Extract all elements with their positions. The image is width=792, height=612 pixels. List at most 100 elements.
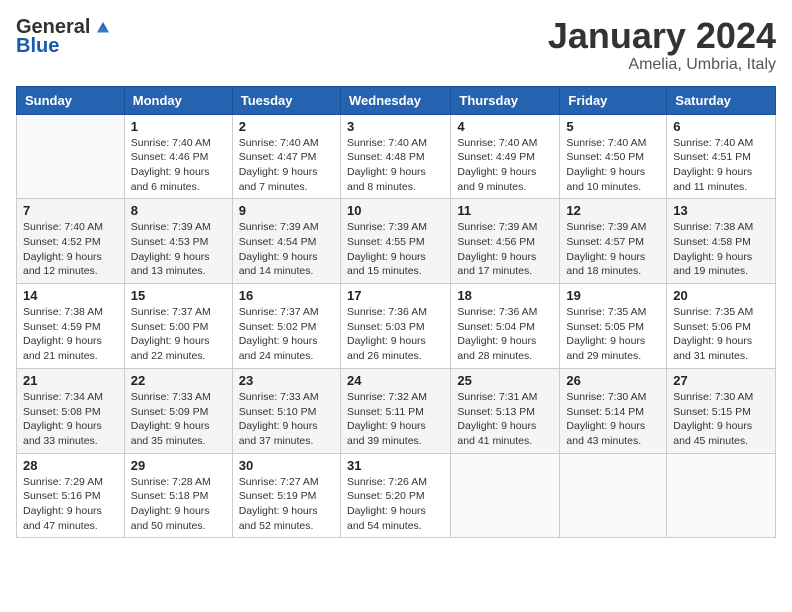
day-info: Sunrise: 7:40 AMSunset: 4:50 PMDaylight:… bbox=[566, 136, 660, 195]
day-number: 16 bbox=[239, 288, 334, 303]
day-info: Sunrise: 7:36 AMSunset: 5:04 PMDaylight:… bbox=[457, 305, 553, 364]
day-number: 4 bbox=[457, 119, 553, 134]
calendar-day-cell: 21 Sunrise: 7:34 AMSunset: 5:08 PMDayligh… bbox=[17, 368, 125, 453]
location-subtitle: Amelia, Umbria, Italy bbox=[548, 56, 776, 74]
day-info: Sunrise: 7:39 AMSunset: 4:53 PMDaylight:… bbox=[131, 220, 226, 279]
calendar-day-cell: 17 Sunrise: 7:36 AMSunset: 5:03 PMDayligh… bbox=[340, 284, 450, 369]
day-number: 1 bbox=[131, 119, 226, 134]
logo-icon bbox=[94, 19, 112, 37]
day-number: 30 bbox=[239, 458, 334, 473]
day-info: Sunrise: 7:39 AMSunset: 4:55 PMDaylight:… bbox=[347, 220, 444, 279]
day-number: 29 bbox=[131, 458, 226, 473]
day-info: Sunrise: 7:40 AMSunset: 4:46 PMDaylight:… bbox=[131, 136, 226, 195]
day-info: Sunrise: 7:36 AMSunset: 5:03 PMDaylight:… bbox=[347, 305, 444, 364]
calendar-day-cell: 29 Sunrise: 7:28 AMSunset: 5:18 PMDayligh… bbox=[124, 453, 232, 538]
calendar-day-cell: 11 Sunrise: 7:39 AMSunset: 4:56 PMDayligh… bbox=[451, 199, 560, 284]
day-info: Sunrise: 7:35 AMSunset: 5:06 PMDaylight:… bbox=[673, 305, 769, 364]
calendar-week-row: 21 Sunrise: 7:34 AMSunset: 5:08 PMDayligh… bbox=[17, 368, 776, 453]
day-number: 25 bbox=[457, 373, 553, 388]
calendar-table: SundayMondayTuesdayWednesdayThursdayFrid… bbox=[16, 86, 776, 539]
calendar-week-row: 7Sunrise: 7:40 AMSunset: 4:52 PMDaylight… bbox=[17, 199, 776, 284]
logo-blue-text: Blue bbox=[16, 35, 59, 58]
calendar-day-cell: 8 Sunrise: 7:39 AMSunset: 4:53 PMDaylight… bbox=[124, 199, 232, 284]
calendar-week-row: 14 Sunrise: 7:38 AMSunset: 4:59 PMDayligh… bbox=[17, 284, 776, 369]
calendar-day-cell: 24 Sunrise: 7:32 AMSunset: 5:11 PMDayligh… bbox=[340, 368, 450, 453]
day-info: Sunrise: 7:40 AMSunset: 4:52 PMDaylight:… bbox=[23, 220, 118, 279]
day-info: Sunrise: 7:30 AMSunset: 5:15 PMDaylight:… bbox=[673, 390, 769, 449]
day-number: 20 bbox=[673, 288, 769, 303]
calendar-day-cell: 15 Sunrise: 7:37 AMSunset: 5:00 PMDayligh… bbox=[124, 284, 232, 369]
day-number: 15 bbox=[131, 288, 226, 303]
day-info: Sunrise: 7:28 AMSunset: 5:18 PMDaylight:… bbox=[131, 475, 226, 534]
calendar-day-header: Thursday bbox=[451, 86, 560, 114]
calendar-day-cell: 16 Sunrise: 7:37 AMSunset: 5:02 PMDayligh… bbox=[232, 284, 340, 369]
calendar-day-header: Saturday bbox=[667, 86, 776, 114]
day-info: Sunrise: 7:40 AMSunset: 4:51 PMDaylight:… bbox=[673, 136, 769, 195]
day-info: Sunrise: 7:37 AMSunset: 5:02 PMDaylight:… bbox=[239, 305, 334, 364]
day-info: Sunrise: 7:35 AMSunset: 5:05 PMDaylight:… bbox=[566, 305, 660, 364]
day-info: Sunrise: 7:32 AMSunset: 5:11 PMDaylight:… bbox=[347, 390, 444, 449]
day-info: Sunrise: 7:33 AMSunset: 5:09 PMDaylight:… bbox=[131, 390, 226, 449]
day-info: Sunrise: 7:37 AMSunset: 5:00 PMDaylight:… bbox=[131, 305, 226, 364]
calendar-day-cell: 23 Sunrise: 7:33 AMSunset: 5:10 PMDayligh… bbox=[232, 368, 340, 453]
title-area: January 2024 Amelia, Umbria, Italy bbox=[548, 16, 776, 74]
calendar-day-cell: 25Sunrise: 7:31 AMSunset: 5:13 PMDayligh… bbox=[451, 368, 560, 453]
day-number: 17 bbox=[347, 288, 444, 303]
calendar-day-cell: 12 Sunrise: 7:39 AMSunset: 4:57 PMDayligh… bbox=[560, 199, 667, 284]
day-number: 27 bbox=[673, 373, 769, 388]
calendar-day-header: Monday bbox=[124, 86, 232, 114]
day-info: Sunrise: 7:34 AMSunset: 5:08 PMDaylight:… bbox=[23, 390, 118, 449]
day-info: Sunrise: 7:38 AMSunset: 4:58 PMDaylight:… bbox=[673, 220, 769, 279]
day-info: Sunrise: 7:29 AMSunset: 5:16 PMDaylight:… bbox=[23, 475, 118, 534]
day-number: 5 bbox=[566, 119, 660, 134]
calendar-day-cell bbox=[451, 453, 560, 538]
day-info: Sunrise: 7:33 AMSunset: 5:10 PMDaylight:… bbox=[239, 390, 334, 449]
calendar-day-cell: 7Sunrise: 7:40 AMSunset: 4:52 PMDaylight… bbox=[17, 199, 125, 284]
day-info: Sunrise: 7:40 AMSunset: 4:49 PMDaylight:… bbox=[457, 136, 553, 195]
day-number: 12 bbox=[566, 203, 660, 218]
calendar-day-cell: 1 Sunrise: 7:40 AMSunset: 4:46 PMDaylight… bbox=[124, 114, 232, 199]
day-number: 24 bbox=[347, 373, 444, 388]
calendar-day-cell: 22 Sunrise: 7:33 AMSunset: 5:09 PMDayligh… bbox=[124, 368, 232, 453]
day-number: 13 bbox=[673, 203, 769, 218]
calendar-day-cell: 2Sunrise: 7:40 AMSunset: 4:47 PMDaylight… bbox=[232, 114, 340, 199]
day-info: Sunrise: 7:30 AMSunset: 5:14 PMDaylight:… bbox=[566, 390, 660, 449]
day-number: 18 bbox=[457, 288, 553, 303]
day-number: 23 bbox=[239, 373, 334, 388]
month-title: January 2024 bbox=[548, 16, 776, 56]
calendar-day-cell: 27 Sunrise: 7:30 AMSunset: 5:15 PMDayligh… bbox=[667, 368, 776, 453]
day-number: 21 bbox=[23, 373, 118, 388]
day-number: 14 bbox=[23, 288, 118, 303]
calendar-day-cell: 20 Sunrise: 7:35 AMSunset: 5:06 PMDayligh… bbox=[667, 284, 776, 369]
calendar-day-cell: 10 Sunrise: 7:39 AMSunset: 4:55 PMDayligh… bbox=[340, 199, 450, 284]
day-number: 19 bbox=[566, 288, 660, 303]
day-number: 8 bbox=[131, 203, 226, 218]
day-number: 9 bbox=[239, 203, 334, 218]
calendar-day-header: Sunday bbox=[17, 86, 125, 114]
calendar-day-cell: 19 Sunrise: 7:35 AMSunset: 5:05 PMDayligh… bbox=[560, 284, 667, 369]
day-number: 22 bbox=[131, 373, 226, 388]
calendar-day-header: Tuesday bbox=[232, 86, 340, 114]
calendar-body: 1 Sunrise: 7:40 AMSunset: 4:46 PMDaylight… bbox=[17, 114, 776, 538]
day-info: Sunrise: 7:40 AMSunset: 4:47 PMDaylight:… bbox=[239, 136, 334, 195]
calendar-day-cell: 9 Sunrise: 7:39 AMSunset: 4:54 PMDaylight… bbox=[232, 199, 340, 284]
calendar-day-cell: 31 Sunrise: 7:26 AMSunset: 5:20 PMDayligh… bbox=[340, 453, 450, 538]
day-info: Sunrise: 7:38 AMSunset: 4:59 PMDaylight:… bbox=[23, 305, 118, 364]
page-header: General Blue January 2024 Amelia, Umbria… bbox=[16, 16, 776, 74]
day-number: 28 bbox=[23, 458, 118, 473]
day-info: Sunrise: 7:26 AMSunset: 5:20 PMDaylight:… bbox=[347, 475, 444, 534]
day-info: Sunrise: 7:39 AMSunset: 4:54 PMDaylight:… bbox=[239, 220, 334, 279]
day-info: Sunrise: 7:39 AMSunset: 4:57 PMDaylight:… bbox=[566, 220, 660, 279]
day-number: 10 bbox=[347, 203, 444, 218]
calendar-day-cell bbox=[17, 114, 125, 199]
day-number: 31 bbox=[347, 458, 444, 473]
day-number: 26 bbox=[566, 373, 660, 388]
calendar-day-cell: 13 Sunrise: 7:38 AMSunset: 4:58 PMDayligh… bbox=[667, 199, 776, 284]
day-info: Sunrise: 7:39 AMSunset: 4:56 PMDaylight:… bbox=[457, 220, 553, 279]
day-number: 11 bbox=[457, 203, 553, 218]
day-info: Sunrise: 7:40 AMSunset: 4:48 PMDaylight:… bbox=[347, 136, 444, 195]
calendar-day-cell bbox=[560, 453, 667, 538]
logo: General Blue bbox=[16, 16, 112, 58]
calendar-week-row: 1 Sunrise: 7:40 AMSunset: 4:46 PMDaylight… bbox=[17, 114, 776, 199]
calendar-day-cell: 6Sunrise: 7:40 AMSunset: 4:51 PMDaylight… bbox=[667, 114, 776, 199]
